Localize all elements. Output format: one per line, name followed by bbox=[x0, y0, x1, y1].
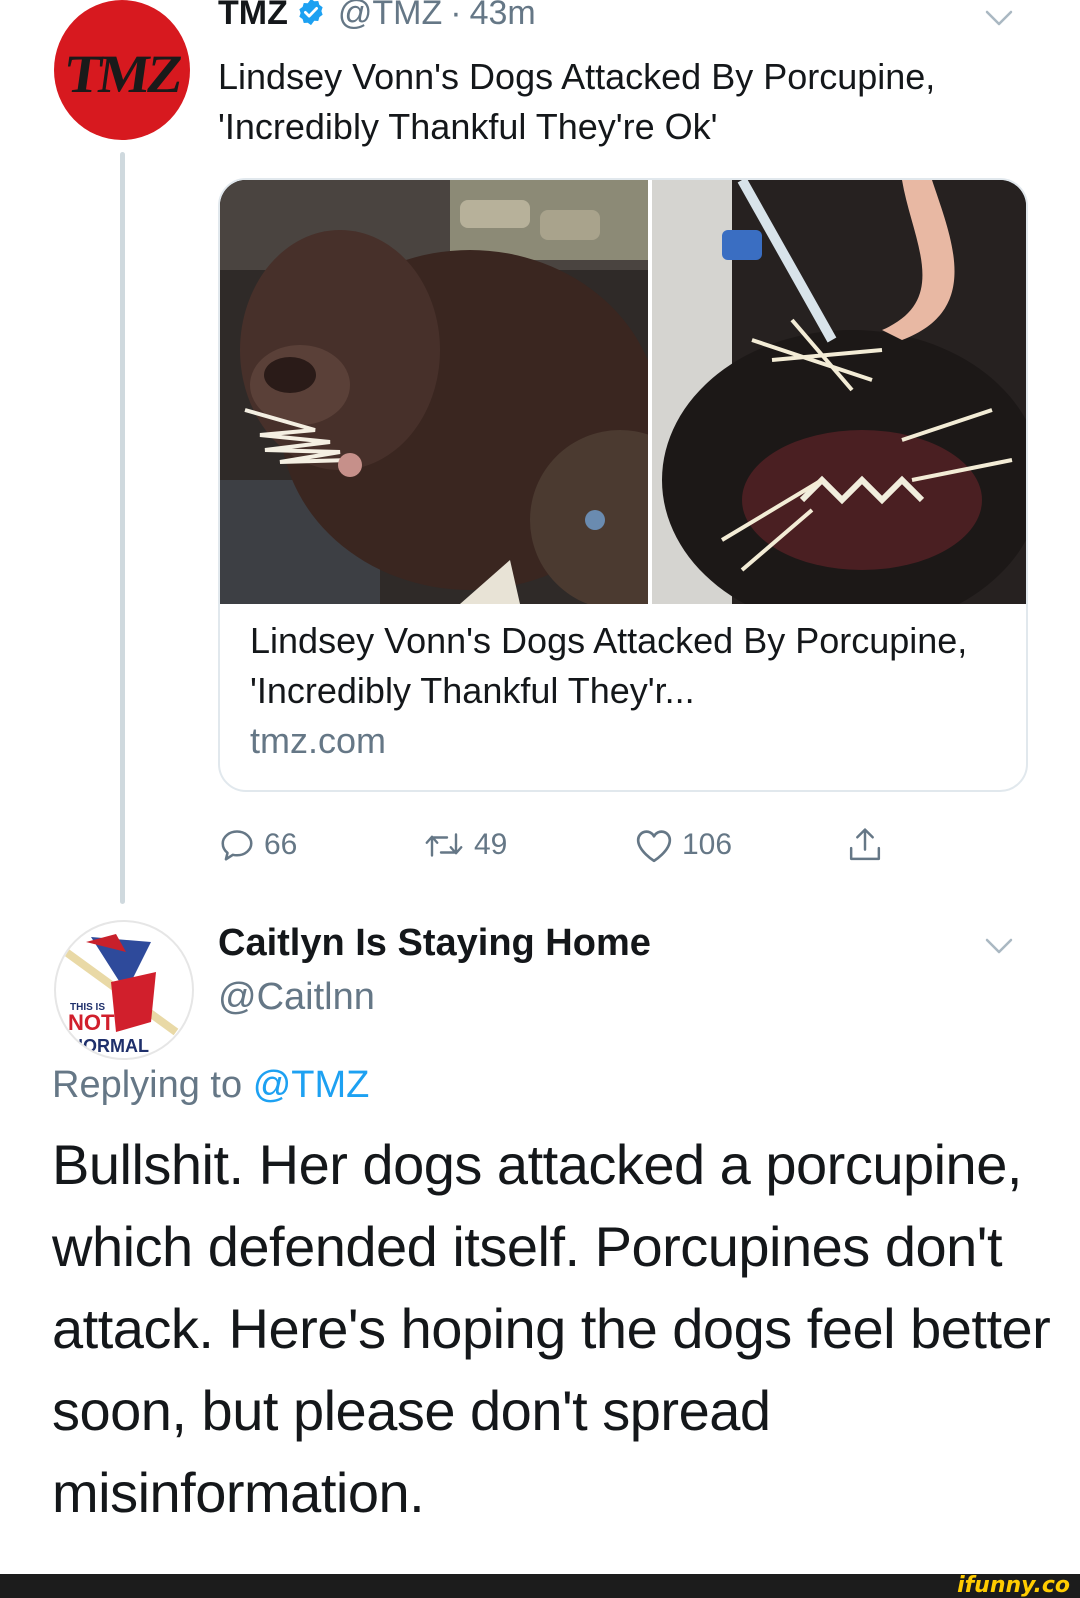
avatar-text-bottom: NORMAL bbox=[70, 1036, 149, 1056]
retweet-count: 49 bbox=[474, 828, 508, 861]
tweet-menu-chevron-down-icon[interactable] bbox=[984, 8, 1014, 28]
link-preview-card[interactable]: Lindsey Vonn's Dogs Attacked By Porcupin… bbox=[218, 178, 1028, 792]
retweet-icon bbox=[425, 833, 463, 857]
reply-icon bbox=[221, 830, 253, 861]
watermark-bar: ifunny.co bbox=[0, 1574, 1080, 1598]
like-button[interactable]: 106 bbox=[634, 820, 732, 870]
reply-menu-chevron-down-icon[interactable] bbox=[984, 936, 1014, 956]
thread-line bbox=[120, 152, 125, 904]
replying-to-mention[interactable]: @TMZ bbox=[253, 1064, 370, 1106]
tweet-header: TMZ @TMZ · 43m bbox=[218, 0, 536, 38]
reply-count: 66 bbox=[264, 828, 298, 861]
share-icon bbox=[849, 828, 881, 861]
replying-to-line: Replying to @TMZ bbox=[52, 1064, 369, 1107]
dog-photo-right bbox=[652, 180, 1026, 604]
reply-handle[interactable]: @Caitlnn bbox=[218, 976, 375, 1019]
tweet-text: Lindsey Vonn's Dogs Attacked By Porcupin… bbox=[218, 56, 936, 147]
card-domain: tmz.com bbox=[250, 720, 387, 761]
card-body: Lindsey Vonn's Dogs Attacked By Porcupin… bbox=[250, 616, 1000, 766]
share-button[interactable] bbox=[846, 820, 884, 870]
tmz-avatar[interactable]: TMZ bbox=[54, 0, 190, 140]
heart-icon bbox=[636, 830, 672, 863]
tweet-handle[interactable]: @TMZ bbox=[338, 0, 442, 33]
retweet-button[interactable]: 49 bbox=[422, 820, 507, 870]
reply-button[interactable]: 66 bbox=[218, 820, 297, 870]
time-separator: · bbox=[450, 0, 462, 32]
tweet-display-name[interactable]: TMZ bbox=[218, 0, 288, 33]
reply-avatar[interactable]: THIS IS NOT NORMAL bbox=[54, 920, 194, 1060]
tmz-logo: TMZ bbox=[61, 44, 185, 104]
replying-prefix: Replying to bbox=[52, 1064, 243, 1106]
ifunny-watermark: ifunny.co bbox=[957, 1573, 1070, 1598]
like-count: 106 bbox=[682, 828, 733, 861]
dog-photo-left bbox=[220, 180, 648, 604]
tweet-time[interactable]: 43m bbox=[470, 0, 536, 33]
card-title: Lindsey Vonn's Dogs Attacked By Porcupin… bbox=[250, 620, 968, 711]
reply-display-name[interactable]: Caitlyn Is Staying Home bbox=[218, 922, 651, 965]
tweet-actions: 66 49 106 bbox=[218, 820, 918, 870]
verified-badge-icon bbox=[296, 0, 326, 27]
avatar-text-mid: NOT bbox=[68, 1010, 115, 1035]
reply-text: Bullshit. Her dogs attacked a porcupine,… bbox=[52, 1133, 1051, 1524]
